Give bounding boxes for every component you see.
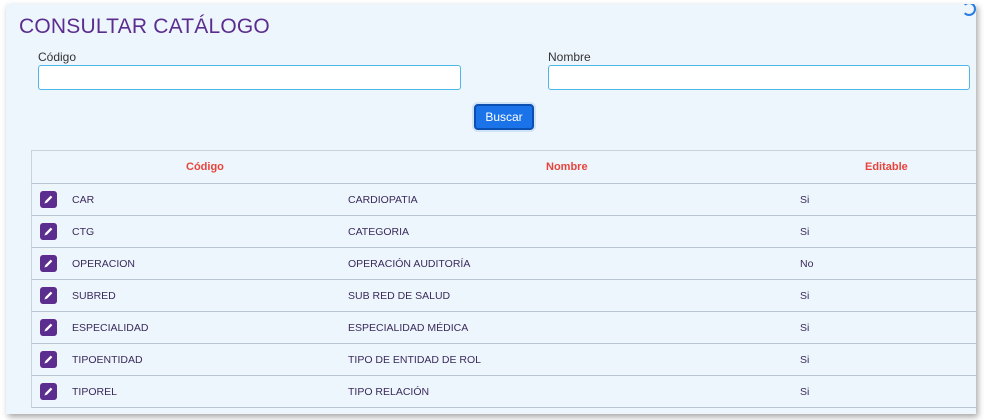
- header-nombre[interactable]: Nombre: [546, 151, 588, 184]
- cell-codigo: SUBRED: [72, 290, 116, 302]
- page-title: CONSULTAR CATÁLOGO: [19, 15, 270, 38]
- cell-codigo: TIPOENTIDAD: [72, 354, 143, 366]
- pencil-icon[interactable]: [40, 319, 57, 336]
- cell-nombre: CATEGORIA: [348, 226, 410, 238]
- cell-editable: Si: [800, 290, 810, 302]
- cell-codigo: ESPECIALIDAD: [72, 322, 149, 334]
- nombre-input[interactable]: [548, 65, 970, 90]
- table-row: OPERACION OPERACIÓN AUDITORÍA No: [31, 248, 976, 280]
- cell-nombre: ESPECIALIDAD MÉDICA: [348, 322, 469, 334]
- pencil-icon[interactable]: [40, 383, 57, 400]
- cell-codigo: TIPOREL: [72, 386, 117, 398]
- refresh-icon[interactable]: [962, 4, 976, 16]
- cell-editable: Si: [800, 354, 810, 366]
- codigo-input[interactable]: [38, 65, 461, 90]
- cell-editable: No: [800, 258, 814, 270]
- catalog-table: Código Nombre Editable CAR CARDIOPATIA S…: [31, 150, 976, 408]
- table-row: TIPOREL TIPO RELACIÓN Si: [31, 376, 976, 408]
- pencil-icon[interactable]: [40, 255, 57, 272]
- codigo-label: Código: [38, 50, 77, 64]
- pencil-icon[interactable]: [40, 287, 57, 304]
- cell-nombre: CARDIOPATIA: [348, 194, 418, 206]
- cell-nombre: SUB RED DE SALUD: [348, 290, 451, 302]
- pencil-icon[interactable]: [40, 351, 57, 368]
- cell-editable: Si: [800, 194, 810, 206]
- nombre-label: Nombre: [548, 50, 591, 64]
- pencil-icon[interactable]: [40, 223, 57, 240]
- table-row: CAR CARDIOPATIA Si: [31, 184, 976, 216]
- cell-editable: Si: [800, 226, 810, 238]
- pencil-icon[interactable]: [40, 191, 57, 208]
- catalog-panel: CONSULTAR CATÁLOGO Código Nombre Buscar …: [6, 4, 976, 414]
- cell-nombre: TIPO DE ENTIDAD DE ROL: [348, 354, 482, 366]
- table-row: CTG CATEGORIA Si: [31, 216, 976, 248]
- header-editable[interactable]: Editable: [865, 151, 908, 184]
- cell-editable: Si: [800, 322, 810, 334]
- cell-codigo: CAR: [72, 194, 95, 206]
- cell-codigo: CTG: [72, 226, 95, 238]
- table-header: Código Nombre Editable: [31, 151, 976, 184]
- cell-editable: Si: [800, 386, 810, 398]
- table-row: ESPECIALIDAD ESPECIALIDAD MÉDICA Si: [31, 312, 976, 344]
- cell-nombre: TIPO RELACIÓN: [348, 386, 430, 398]
- cell-nombre: OPERACIÓN AUDITORÍA: [348, 258, 471, 270]
- header-codigo[interactable]: Código: [186, 151, 224, 184]
- table-row: TIPOENTIDAD TIPO DE ENTIDAD DE ROL Si: [31, 344, 976, 376]
- cell-codigo: OPERACION: [72, 258, 136, 270]
- search-button[interactable]: Buscar: [474, 104, 534, 130]
- table-row: SUBRED SUB RED DE SALUD Si: [31, 280, 976, 312]
